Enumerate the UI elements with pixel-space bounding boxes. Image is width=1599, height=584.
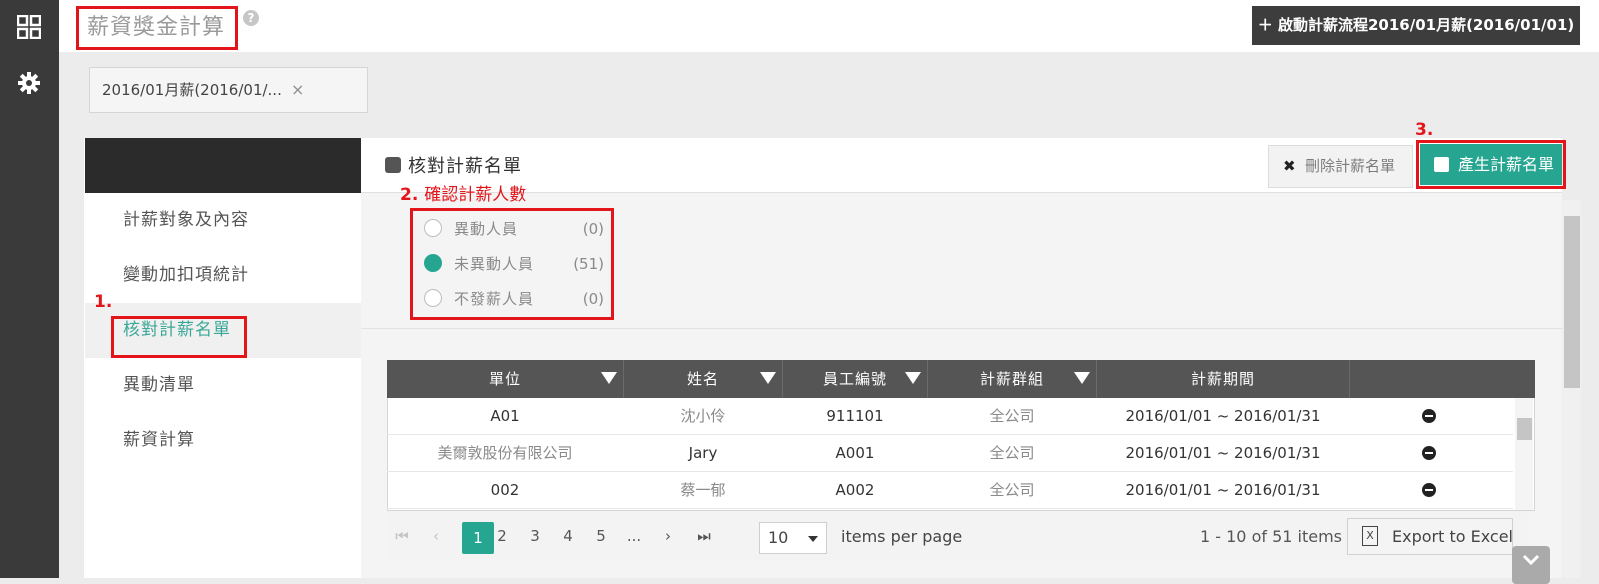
filter-label: 未異動人員: [454, 255, 535, 273]
column-title: 單位: [488, 370, 521, 388]
excel-icon: X: [1362, 526, 1378, 546]
column-title: 姓名: [686, 370, 719, 388]
annotation-step2-text: 確認計薪人數: [424, 185, 527, 205]
filter-unchanged-staff[interactable]: 未異動人員 (51): [424, 250, 604, 278]
delete-list-button[interactable]: ✖ 刪除計薪名單: [1268, 145, 1413, 188]
page-4[interactable]: 4: [553, 511, 583, 561]
export-excel-button[interactable]: X Export to Excel: [1347, 518, 1513, 555]
gear-icon[interactable]: [18, 72, 40, 94]
page-1[interactable]: 1: [462, 522, 494, 554]
filter-icon[interactable]: [760, 372, 776, 384]
filter-icon[interactable]: [1074, 372, 1090, 384]
main-title: 核對計薪名單: [408, 156, 522, 177]
cell-name: 沈小伶: [680, 407, 726, 425]
cell-employee-id: 911101: [826, 407, 884, 425]
column-header-unit[interactable]: 單位: [387, 360, 623, 398]
remove-row-icon[interactable]: [1422, 483, 1436, 497]
last-page-icon[interactable]: ⏭: [689, 511, 719, 561]
cell-name: Jary: [688, 444, 718, 462]
filter-count: (51): [573, 255, 604, 273]
radio-button[interactable]: [424, 219, 442, 237]
cell-unit: A01: [490, 407, 520, 425]
sidebar-item-variable-items[interactable]: 變動加扣項統計: [85, 248, 361, 303]
table-row[interactable]: A01 沈小伶 911101 全公司 2016/01/01 ~ 2016/01/…: [387, 398, 1513, 435]
column-header-group[interactable]: 計薪群組: [928, 360, 1096, 398]
cell-unit: 美爾敦股份有限公司: [437, 444, 573, 462]
delete-list-label: 刪除計薪名單: [1305, 157, 1396, 175]
filter-count: (0): [582, 220, 604, 238]
filter-label: 不發薪人員: [454, 290, 535, 308]
column-header-action: [1350, 360, 1513, 398]
cell-unit: 002: [490, 481, 520, 499]
cell-employee-id: A002: [835, 481, 875, 499]
cell-employee-id: A001: [835, 444, 875, 462]
page-size-select[interactable]: 10: [759, 522, 827, 554]
edit-icon: [385, 157, 401, 173]
radio-button-selected[interactable]: [424, 254, 442, 272]
close-icon: ✖: [1283, 157, 1296, 175]
cell-period: 2016/01/01 ~ 2016/01/31: [1125, 444, 1321, 462]
annotation-box-step3: [1416, 140, 1566, 189]
close-icon[interactable]: ×: [291, 68, 304, 112]
divider: [361, 328, 1562, 329]
table-row[interactable]: 美爾敦股份有限公司 Jary A001 全公司 2016/01/01 ~ 201…: [387, 435, 1513, 472]
page-more[interactable]: ...: [619, 511, 649, 561]
left-rail: [0, 0, 59, 578]
cell-name: 蔡一郁: [680, 481, 726, 499]
cell-period: 2016/01/01 ~ 2016/01/31: [1125, 481, 1321, 499]
sidebar-item-salary-calc[interactable]: 薪資計算: [85, 413, 361, 468]
filter-icon[interactable]: [601, 372, 617, 384]
sidebar-header: [85, 138, 361, 193]
filter-count: (0): [582, 290, 604, 308]
grid-header: 單位 姓名 員工編號 計薪群組 計薪期間: [387, 360, 1535, 398]
page-5[interactable]: 5: [586, 511, 616, 561]
sidebar-item-targets[interactable]: 計薪對象及內容: [85, 193, 361, 248]
annotation-step2: 2. 確認計薪人數: [400, 180, 526, 205]
remove-row-icon[interactable]: [1422, 409, 1436, 423]
column-header-employee-id[interactable]: 員工編號: [783, 360, 927, 398]
first-page-icon[interactable]: ⏮: [387, 511, 417, 561]
filter-changed-staff[interactable]: 異動人員 (0): [424, 215, 604, 243]
annotation-step2-number: 2.: [400, 185, 419, 205]
filter-icon[interactable]: [905, 372, 921, 384]
next-page-icon[interactable]: ›: [653, 511, 683, 561]
grid-scrollbar-thumb[interactable]: [1517, 418, 1532, 440]
items-count: 1 - 10 of 51 items: [1200, 527, 1343, 546]
column-title: 員工編號: [822, 370, 887, 388]
grid-scrollbar[interactable]: [1515, 398, 1533, 510]
page-scrollbar-thumb[interactable]: [1564, 216, 1580, 388]
annotation-step3: 3.: [1415, 120, 1434, 140]
chevron-down-icon: [1522, 554, 1540, 566]
cell-period: 2016/01/01 ~ 2016/01/31: [1125, 407, 1321, 425]
remove-row-icon[interactable]: [1422, 446, 1436, 460]
chevron-down-icon: [808, 536, 818, 542]
cell-group: 全公司: [989, 444, 1035, 462]
cell-group: 全公司: [989, 481, 1035, 499]
sidebar: 計薪對象及內容 變動加扣項統計 核對計薪名單 異動清單 薪資計算: [85, 193, 361, 578]
annotation-step1: 1.: [94, 292, 113, 312]
column-header-name[interactable]: 姓名: [624, 360, 782, 398]
column-header-period[interactable]: 計薪期間: [1097, 360, 1349, 398]
help-icon[interactable]: ?: [243, 10, 259, 26]
page-size-value: 10: [768, 528, 789, 547]
grid-icon[interactable]: [17, 15, 41, 39]
items-per-page-label: items per page: [841, 527, 963, 546]
tab-payroll-2016-01[interactable]: 2016/01月薪(2016/01/... ×: [89, 67, 368, 113]
scroll-down-button[interactable]: [1512, 546, 1550, 584]
page-title: 薪資獎金計算: [76, 6, 238, 50]
export-label: Export to Excel: [1392, 527, 1513, 546]
prev-page-icon[interactable]: ‹: [421, 511, 451, 561]
tab-label: 2016/01月薪(2016/01/...: [102, 81, 282, 99]
cell-group: 全公司: [989, 407, 1035, 425]
start-payroll-button[interactable]: ＋ 啟動計薪流程2016/01月薪(2016/01/01): [1252, 6, 1580, 45]
sidebar-item-change-list[interactable]: 異動清單: [85, 358, 361, 413]
filter-unpaid-staff[interactable]: 不發薪人員 (0): [424, 285, 604, 313]
page-3[interactable]: 3: [520, 511, 550, 561]
column-title: 計薪群組: [979, 370, 1044, 388]
radio-button[interactable]: [424, 289, 442, 307]
column-title: 計薪期間: [1190, 370, 1255, 388]
table-row[interactable]: 002 蔡一郁 A002 全公司 2016/01/01 ~ 2016/01/31: [387, 472, 1513, 509]
annotation-box-step1: [111, 316, 247, 358]
filter-label: 異動人員: [454, 220, 519, 238]
